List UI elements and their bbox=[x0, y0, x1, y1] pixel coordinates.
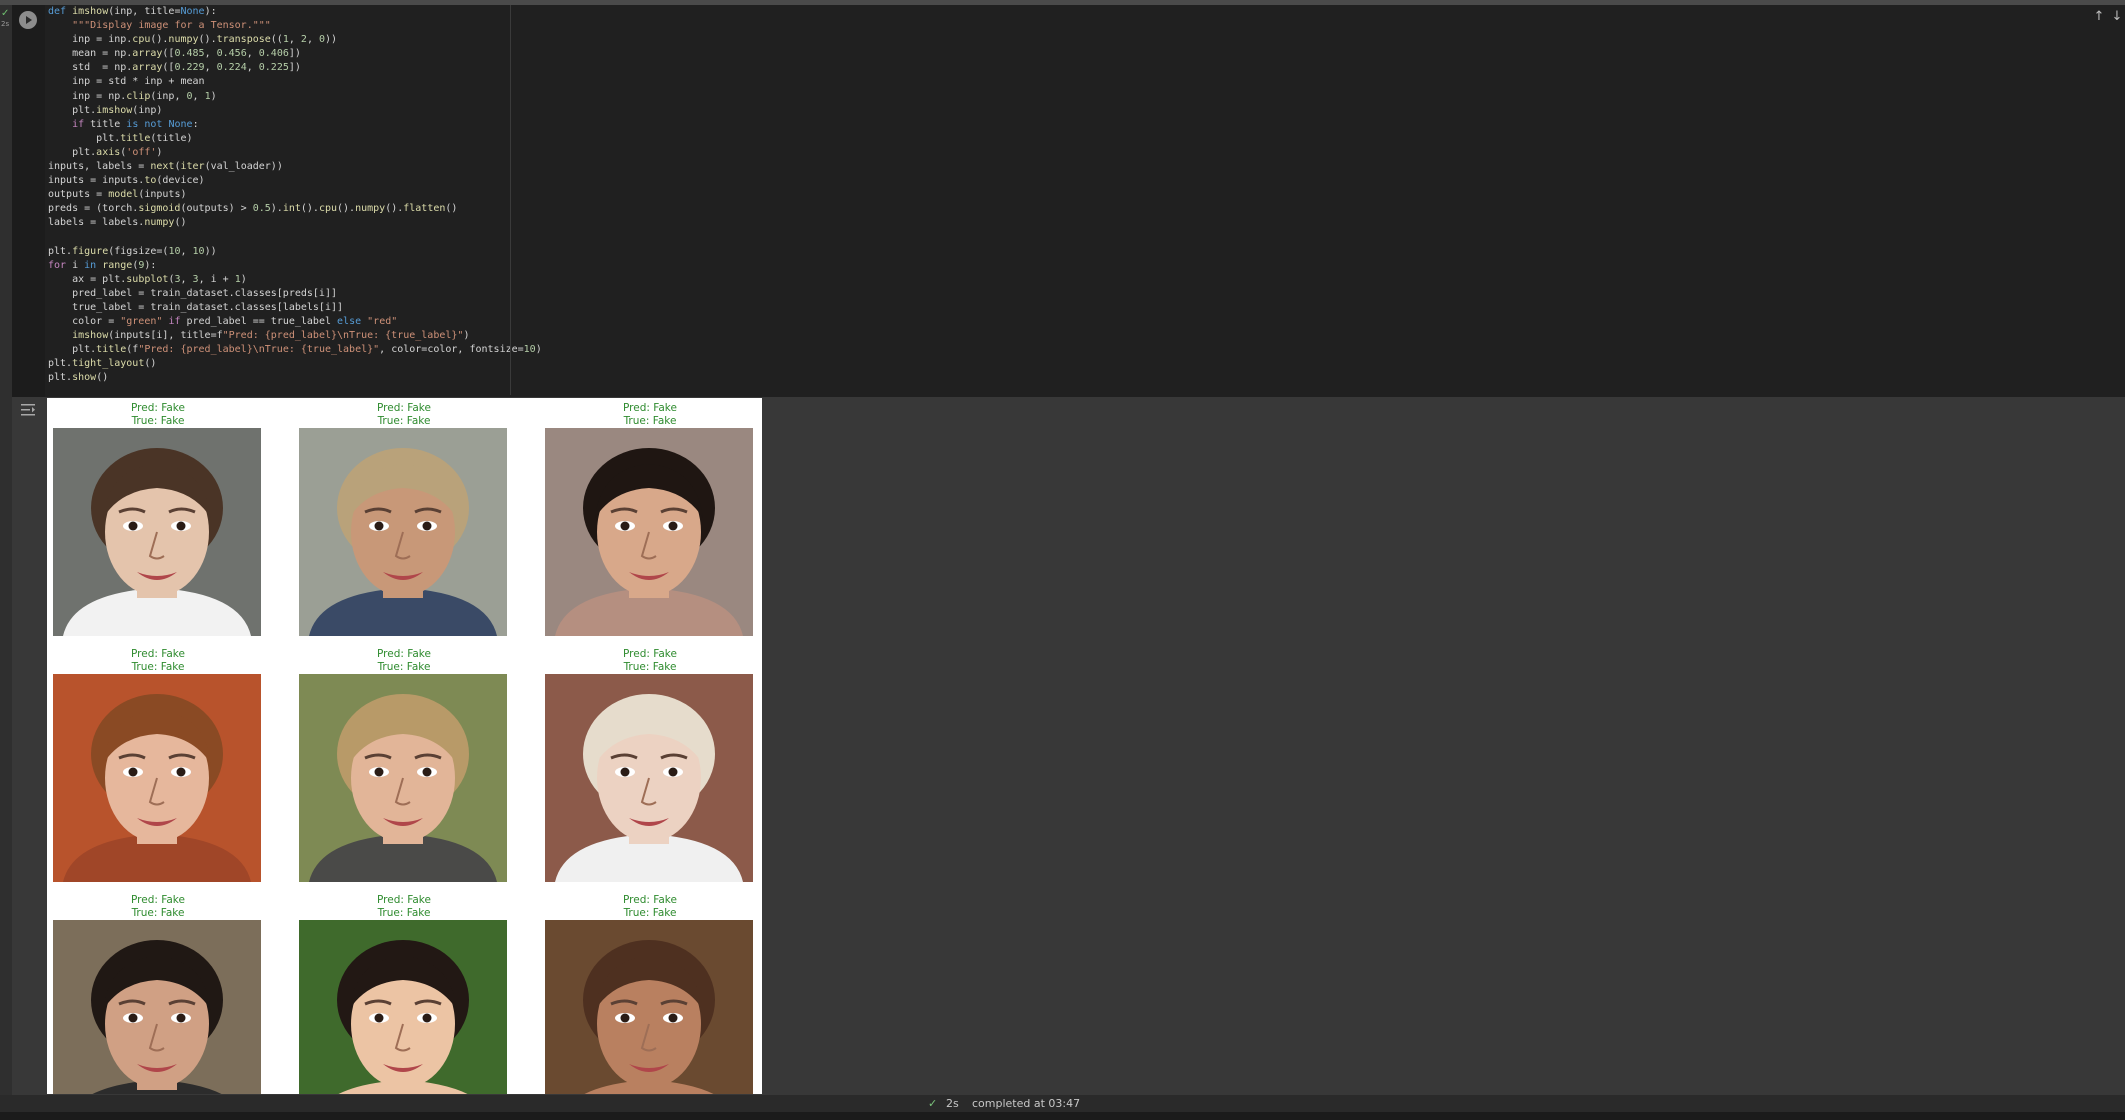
true-label: True: Fake bbox=[131, 660, 185, 673]
pred-label: Pred: Fake bbox=[131, 402, 185, 414]
code-line: labels = labels.numpy() bbox=[48, 217, 187, 229]
true-label: True: Fake bbox=[623, 414, 677, 427]
code-line: imshow(inputs[i], title=f"Pred: {pred_la… bbox=[72, 330, 470, 342]
pred-label: Pred: Fake bbox=[377, 402, 431, 414]
code-line: outputs = model(inputs) bbox=[48, 189, 187, 201]
code-line: for i in range(9): bbox=[48, 259, 157, 271]
true-label: True: Fake bbox=[131, 414, 185, 427]
cell-status-check-icon: ✓ bbox=[1, 8, 10, 19]
code-line: plt.title(title) bbox=[48, 132, 193, 144]
editor-divider bbox=[510, 5, 511, 395]
baby-face-image bbox=[53, 428, 261, 636]
code-line: plt.title(f"Pred: {pred_label}\nTrue: {t… bbox=[48, 344, 542, 356]
pred-label: Pred: Fake bbox=[623, 894, 677, 906]
output-figure: Pred: Fake True: Fake Pred: Fake True: Fake… bbox=[47, 398, 762, 1094]
code-line: inp = np.clip(inp, 0, 1) bbox=[48, 90, 217, 102]
toddler-face-image bbox=[545, 674, 753, 882]
code-line: std = np.array([0.229, 0.224, 0.225]) bbox=[48, 62, 301, 74]
pred-label: Pred: Fake bbox=[377, 894, 431, 906]
code-line: plt.tight_layout() bbox=[48, 358, 157, 370]
move-cell-down-icon[interactable]: ↓ bbox=[2109, 8, 2125, 26]
pred-label: Pred: Fake bbox=[131, 648, 185, 660]
prediction-panel: Pred: Fake True: Fake bbox=[545, 402, 755, 636]
run-cell-button[interactable] bbox=[19, 11, 37, 29]
true-label: True: Fake bbox=[377, 906, 431, 919]
curly-woman-face-image bbox=[545, 920, 753, 1094]
code-line: inp = inp.cpu().numpy().transpose((1, 2,… bbox=[48, 34, 338, 46]
prediction-panel: Pred: Fake True: Fake bbox=[545, 648, 755, 882]
code-editor[interactable]: def imshow(inp, title=None): """Display … bbox=[48, 5, 542, 395]
pred-label: Pred: Fake bbox=[623, 402, 677, 414]
true-label: True: Fake bbox=[377, 414, 431, 427]
code-line: plt.axis('off') bbox=[48, 146, 163, 158]
left-gutter bbox=[0, 5, 12, 1095]
code-cell-side bbox=[12, 5, 45, 397]
prediction-panel: Pred: Fake True: Fake bbox=[299, 648, 509, 882]
man-face-image bbox=[53, 920, 261, 1094]
code-line: inputs = inputs.to(device) bbox=[48, 175, 205, 187]
true-label: True: Fake bbox=[623, 660, 677, 673]
code-line: color = "green" if pred_label == true_la… bbox=[48, 316, 398, 328]
code-line: mean = np.array([0.485, 0.456, 0.406]) bbox=[48, 48, 301, 60]
code-line: plt.show() bbox=[48, 372, 109, 384]
blond-woman-face-image bbox=[299, 674, 507, 882]
prediction-panel: Pred: Fake True: Fake bbox=[299, 894, 509, 1094]
code-line: pred_label = train_dataset.classes[preds… bbox=[48, 287, 337, 299]
cell-status-time: 2s bbox=[1, 20, 10, 28]
status-completed: completed at 03:47 bbox=[972, 1097, 1081, 1110]
code-line: def imshow(inp, title=None): bbox=[48, 6, 217, 17]
code-line: preds = (torch.sigmoid(outputs) > 0.5).i… bbox=[48, 203, 458, 215]
code-line: plt.imshow(inp) bbox=[48, 104, 163, 116]
code-line: true_label = train_dataset.classes[label… bbox=[48, 301, 344, 313]
prediction-panel: Pred: Fake True: Fake bbox=[53, 402, 263, 636]
smiling-woman-face-image bbox=[545, 428, 753, 636]
code-line: inp = std * inp + mean bbox=[48, 76, 205, 88]
output-toggle-icon[interactable] bbox=[19, 401, 37, 419]
pred-label: Pred: Fake bbox=[131, 894, 185, 906]
true-label: True: Fake bbox=[377, 660, 431, 673]
code-line: """Display image for a Tensor.""" bbox=[72, 20, 271, 32]
status-duration: 2s bbox=[946, 1097, 959, 1110]
pred-label: Pred: Fake bbox=[377, 648, 431, 660]
prediction-panel: Pred: Fake True: Fake bbox=[299, 402, 509, 636]
code-line: plt.figure(figsize=(10, 10)) bbox=[48, 245, 217, 257]
curly-blond-face-image bbox=[299, 428, 507, 636]
laughing-woman-face-image bbox=[53, 674, 261, 882]
true-label: True: Fake bbox=[623, 906, 677, 919]
pred-label: Pred: Fake bbox=[623, 648, 677, 660]
prediction-panel: Pred: Fake True: Fake bbox=[53, 648, 263, 882]
prediction-panel: Pred: Fake True: Fake bbox=[545, 894, 755, 1094]
status-bar: ✓ 2s completed at 03:47 bbox=[0, 1095, 2125, 1112]
true-label: True: Fake bbox=[131, 906, 185, 919]
code-line: ax = plt.subplot(3, 3, i + 1) bbox=[48, 273, 247, 285]
code-line: inputs, labels = next(iter(val_loader)) bbox=[48, 161, 283, 173]
young-woman-face-image bbox=[299, 920, 507, 1094]
bottom-bar bbox=[0, 1112, 2125, 1120]
code-line: if title is not None: bbox=[72, 118, 199, 130]
prediction-panel: Pred: Fake True: Fake bbox=[53, 894, 263, 1094]
move-cell-up-icon[interactable]: ↑ bbox=[2090, 8, 2108, 26]
status-check-icon: ✓ bbox=[928, 1097, 938, 1110]
